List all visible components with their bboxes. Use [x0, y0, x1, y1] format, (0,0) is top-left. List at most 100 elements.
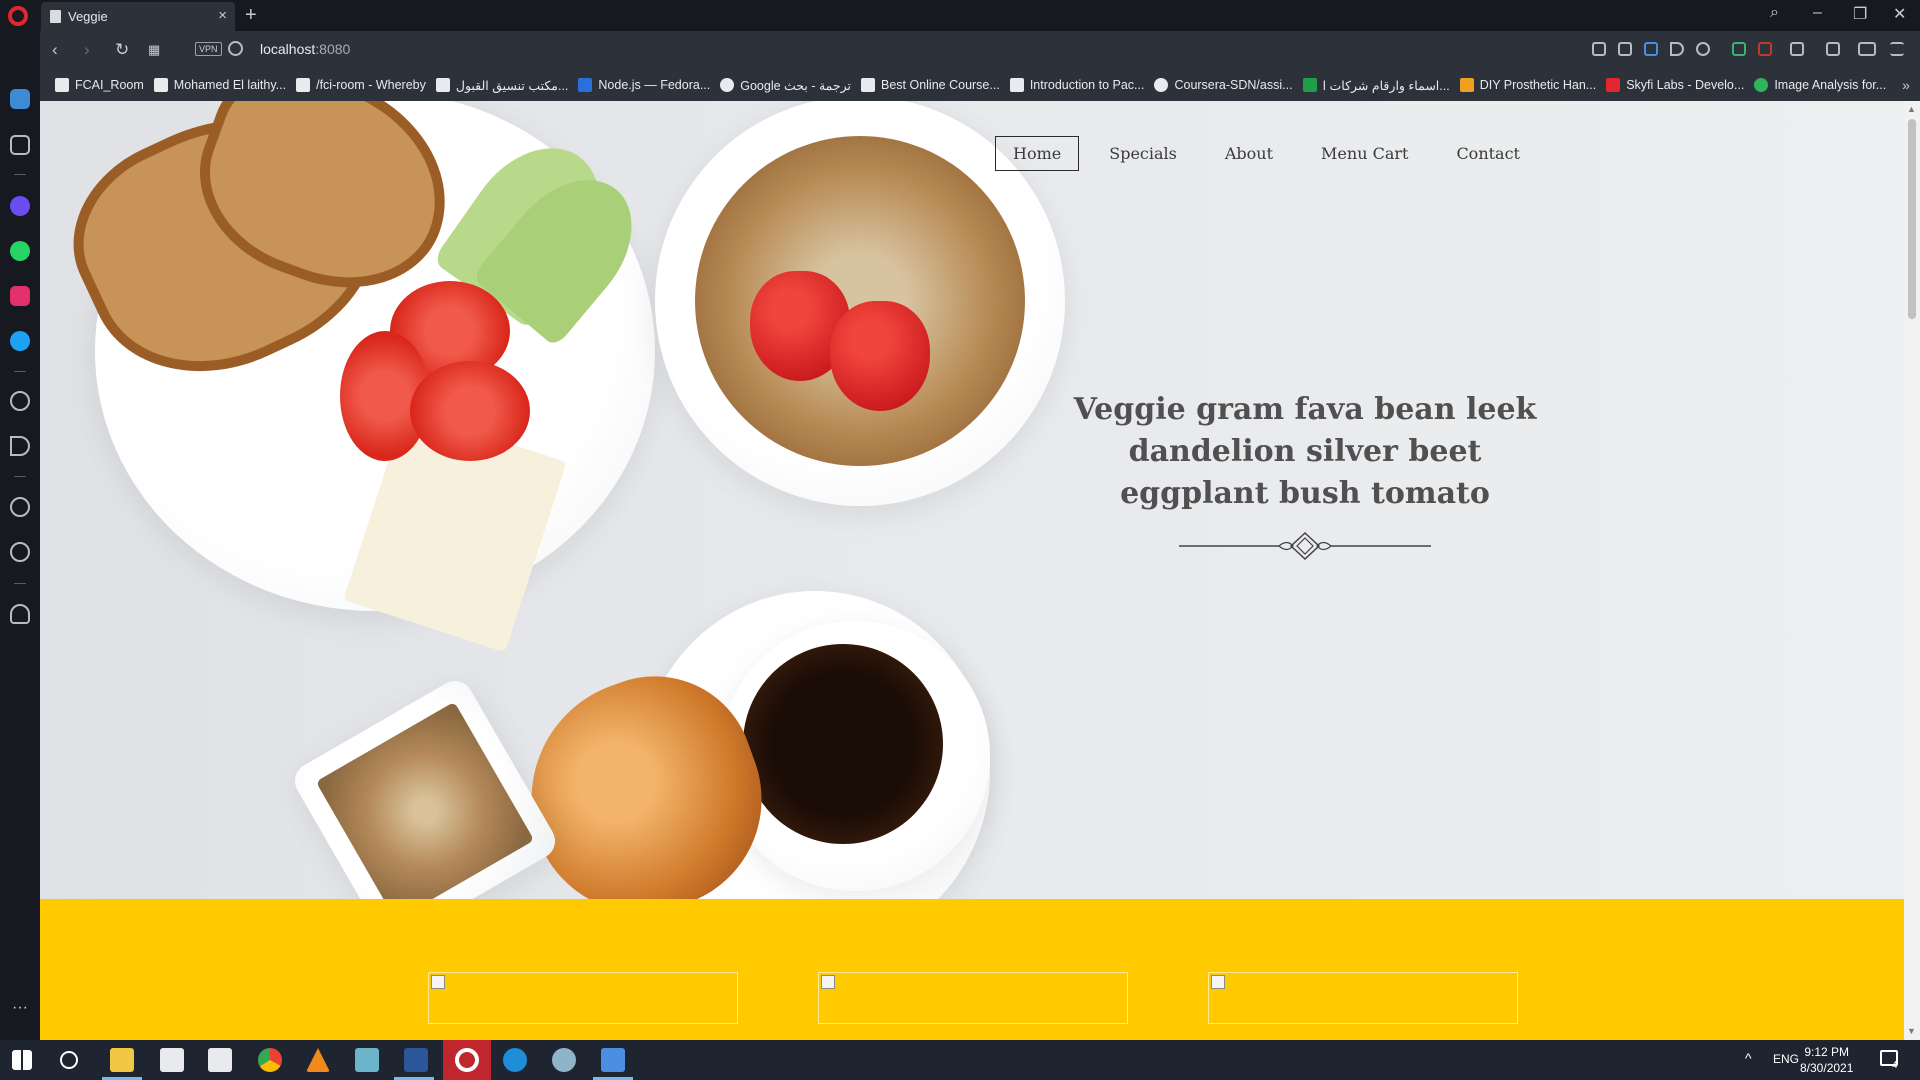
tab-title: Veggie	[68, 9, 108, 24]
opera-icon[interactable]	[455, 1048, 479, 1072]
strawberry-image	[830, 301, 930, 411]
page-scrollbar[interactable]: ▲ ▼	[1904, 101, 1920, 1040]
bookmark-item[interactable]: اسماء وارقام شركات ا...	[1302, 78, 1450, 93]
scrollbar-thumb[interactable]	[1908, 119, 1916, 319]
file-explorer-icon[interactable]	[110, 1048, 134, 1072]
history-icon[interactable]	[10, 542, 30, 562]
whatsapp-icon[interactable]	[10, 241, 30, 261]
reload-icon[interactable]: ↻	[115, 40, 129, 60]
divider-ornament	[1179, 531, 1431, 561]
bookmark-item[interactable]: Google ترجمة - بحث	[720, 78, 851, 93]
broken-image-icon	[431, 975, 445, 989]
nav-home[interactable]: Home	[995, 136, 1080, 171]
bookmark-item[interactable]: مكتب تنسيق القبول...	[435, 78, 568, 93]
nav-specials[interactable]: Specials	[1091, 136, 1195, 171]
bookmark-icon	[296, 78, 311, 92]
close-tab-icon[interactable]: ×	[218, 7, 227, 24]
scroll-up-icon[interactable]: ▲	[1907, 104, 1916, 114]
bookmark-label: Google ترجمة - بحث	[740, 78, 851, 93]
heart-icon[interactable]	[10, 497, 30, 517]
instagram-icon[interactable]	[10, 286, 30, 306]
bookmark-icon	[153, 78, 168, 92]
main-nav: Home Specials About Menu Cart Contact	[995, 136, 1538, 171]
bookmark-item[interactable]: /fci-room - Whereby	[296, 78, 426, 92]
scroll-down-icon[interactable]: ▼	[1907, 1026, 1916, 1036]
bookmark-label: FCAI_Room	[75, 78, 144, 92]
opera-logo-icon[interactable]	[8, 6, 28, 26]
twitter-icon[interactable]	[10, 331, 30, 351]
bookmark-label: اسماء وارقام شركات ا...	[1322, 78, 1450, 93]
bookmark-label: Mohamed El laithy...	[173, 78, 287, 92]
home-icon[interactable]	[10, 89, 30, 109]
minimize-icon[interactable]: –	[1813, 4, 1822, 22]
language-indicator[interactable]: ENG	[1773, 1052, 1799, 1066]
forward-icon[interactable]: ›	[84, 40, 90, 60]
menu-icon[interactable]	[1890, 42, 1904, 56]
speed-dial-icon[interactable]	[10, 135, 30, 155]
send-icon[interactable]	[10, 436, 30, 456]
divider	[14, 371, 26, 372]
cube-icon[interactable]	[1790, 42, 1804, 56]
snap-icon[interactable]	[1592, 42, 1606, 56]
shield-icon[interactable]	[1644, 42, 1658, 56]
divider	[14, 174, 26, 175]
vlc-icon[interactable]	[306, 1048, 330, 1072]
url-host: localhost	[260, 41, 316, 57]
bookmark-item[interactable]: Node.js — Fedora...	[578, 78, 710, 92]
nav-about[interactable]: About	[1207, 136, 1291, 171]
bookmark-label: Skyfi Labs - Develo...	[1626, 78, 1745, 92]
nav-menu-cart[interactable]: Menu Cart	[1303, 136, 1426, 171]
broken-image-icon	[1211, 975, 1225, 989]
chrome-icon[interactable]	[258, 1048, 282, 1072]
bookmark-item[interactable]: Introduction to Pac...	[1009, 78, 1145, 92]
nav-contact[interactable]: Contact	[1438, 136, 1538, 171]
divider	[14, 583, 26, 584]
system-clock[interactable]: 9:12 PM 8/30/2021	[1800, 1044, 1853, 1076]
clock-time: 9:12 PM	[1804, 1045, 1850, 1059]
bookmark-item[interactable]: DIY Prosthetic Han...	[1459, 78, 1597, 92]
heart-icon[interactable]	[1696, 42, 1710, 56]
send-icon[interactable]	[1670, 42, 1684, 56]
bookmark-label: /fci-room - Whereby	[316, 78, 426, 92]
bookmark-label: DIY Prosthetic Han...	[1479, 78, 1597, 92]
bookmark-item[interactable]: Mohamed El laithy...	[153, 78, 287, 92]
virtualbox-icon[interactable]	[601, 1048, 625, 1072]
bookmark-item[interactable]: Coursera-SDN/assi...	[1154, 78, 1293, 92]
more-icon[interactable]: ···	[10, 1000, 30, 1023]
camera-icon[interactable]	[1618, 42, 1632, 56]
bookmark-item[interactable]: Skyfi Labs - Develo...	[1606, 78, 1744, 92]
extension-icon[interactable]	[1758, 42, 1772, 56]
extension-icon[interactable]	[1732, 42, 1746, 56]
bookmark-label: Introduction to Pac...	[1029, 78, 1145, 92]
bookmark-item[interactable]: Best Online Course...	[861, 78, 1000, 92]
more-bookmarks-icon[interactable]: »	[1902, 77, 1910, 93]
search-icon[interactable]: ⌕	[1770, 4, 1779, 22]
store-icon[interactable]	[208, 1048, 232, 1072]
snipping-tool-icon[interactable]	[552, 1048, 576, 1072]
search-icon[interactable]	[60, 1051, 78, 1069]
restore-icon[interactable]: ❐	[1853, 4, 1867, 24]
browser-tab[interactable]: Veggie ×	[41, 2, 235, 31]
download-icon[interactable]	[1826, 42, 1840, 56]
tabs-grid-icon[interactable]: ▦	[148, 42, 160, 58]
edge-icon[interactable]	[503, 1048, 527, 1072]
new-tab-icon[interactable]: +	[245, 4, 257, 27]
battery-icon[interactable]	[1858, 42, 1876, 56]
back-icon[interactable]: ‹	[52, 40, 58, 60]
word-icon[interactable]	[404, 1048, 428, 1072]
mail-icon[interactable]	[160, 1048, 184, 1072]
bookmark-item[interactable]: Image Analysis for...	[1754, 78, 1886, 92]
tray-expand-icon[interactable]: ^	[1745, 1050, 1752, 1066]
notepad-icon[interactable]	[355, 1048, 379, 1072]
lightbulb-icon[interactable]	[10, 604, 30, 624]
player-icon[interactable]	[10, 391, 30, 411]
broken-image	[818, 972, 1128, 1024]
url-field[interactable]: localhost:8080	[260, 41, 350, 57]
windows-start-icon[interactable]	[12, 1050, 32, 1070]
close-window-icon[interactable]: ✕	[1893, 4, 1906, 24]
bookmark-item[interactable]: FCAI_Room	[55, 78, 144, 92]
browser-sidebar: ···	[0, 31, 40, 1040]
bookmark-label: Node.js — Fedora...	[598, 78, 711, 92]
vpn-badge[interactable]: VPN	[195, 42, 222, 56]
messenger-icon[interactable]	[10, 196, 30, 216]
